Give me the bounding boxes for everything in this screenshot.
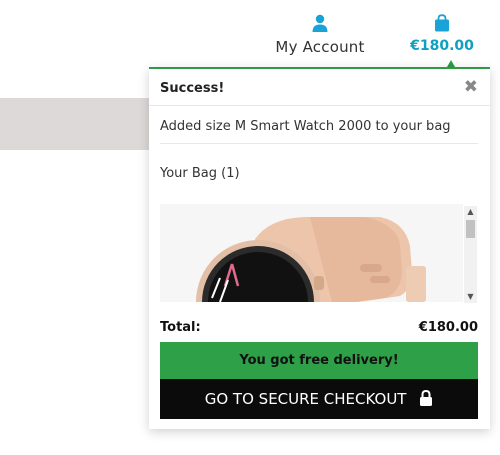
secure-checkout-button[interactable]: GO TO SECURE CHECKOUT (160, 379, 478, 419)
checkout-label: GO TO SECURE CHECKOUT (204, 390, 407, 408)
added-to-bag-popup: Success! ✖ Added size M Smart Watch 2000… (149, 67, 490, 429)
shopping-bag-icon (435, 14, 449, 32)
my-account-label: My Account (275, 38, 365, 56)
total-row: Total: €180.00 (160, 320, 478, 335)
bag-count-label: Your Bag (1) (160, 166, 240, 181)
product-scrollbar[interactable]: ▲ ▼ (464, 206, 477, 303)
product-image (160, 204, 463, 302)
shopping-bag-link[interactable]: €180.00 (405, 14, 479, 54)
scrollbar-thumb[interactable] (466, 220, 475, 238)
total-value: €180.00 (418, 320, 478, 335)
scroll-up-icon[interactable]: ▲ (464, 206, 477, 218)
free-delivery-banner: You got free delivery! (160, 342, 478, 379)
bag-total: €180.00 (410, 38, 474, 54)
total-label: Total: (160, 320, 201, 335)
scroll-down-icon[interactable]: ▼ (464, 291, 477, 303)
close-icon[interactable]: ✖ (464, 77, 478, 97)
lock-icon (420, 389, 433, 406)
smartwatch-image (160, 204, 463, 302)
divider (160, 143, 478, 144)
popup-title: Success! (160, 81, 225, 96)
page-banner (0, 98, 160, 150)
user-icon (312, 14, 328, 32)
added-message: Added size M Smart Watch 2000 to your ba… (160, 119, 451, 134)
popup-pointer (447, 60, 455, 67)
my-account-link[interactable]: My Account (270, 14, 370, 56)
popup-header: Success! ✖ (149, 69, 490, 106)
